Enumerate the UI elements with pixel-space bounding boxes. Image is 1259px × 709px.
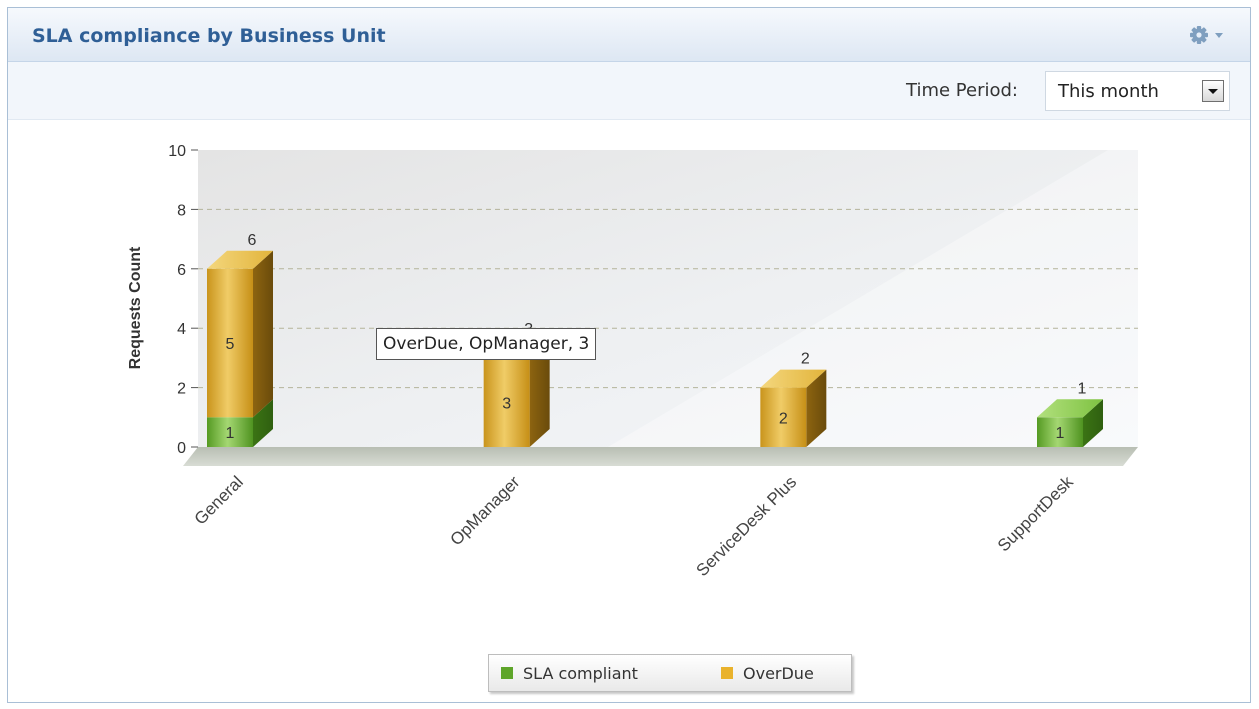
data-label-overdue-opmanager: 3: [502, 395, 511, 412]
data-label-overdue-general: 5: [226, 336, 235, 353]
y-tick-label: 2: [177, 381, 186, 398]
data-label-sla-compliant-supportdesk: 1: [1056, 425, 1065, 442]
total-label-supportdesk: 1: [1078, 380, 1087, 397]
legend-label-sla-compliant: SLA compliant: [523, 664, 638, 683]
x-tick-label: ServiceDesk Plus: [693, 472, 801, 580]
legend-label-overdue: OverDue: [743, 664, 814, 683]
y-axis-title: Requests Count: [127, 246, 144, 369]
y-tick-label: 8: [177, 202, 186, 219]
y-tick-label: 4: [177, 321, 186, 338]
data-label-sla-compliant-general: 1: [226, 425, 235, 442]
legend-swatch-sla-compliant: [501, 667, 513, 679]
sla-widget: SLA compliance by Business Unit Time Per: [7, 7, 1251, 703]
total-label-general: 6: [248, 232, 257, 249]
chart-floor: [183, 447, 1138, 466]
x-tick-label: OpManager: [447, 472, 524, 549]
x-tick-label: SupportDesk: [994, 472, 1077, 555]
y-tick-label: 10: [168, 143, 186, 160]
chart-legend: SLA compliant OverDue: [488, 654, 852, 692]
data-label-overdue-servicedesk-plus: 2: [779, 410, 788, 427]
chart-tooltip: OverDue, OpManager, 3: [376, 328, 597, 360]
chart: 0246810 Requests Count 156332211 General…: [127, 143, 1138, 580]
x-tick-label: General: [191, 472, 247, 528]
y-tick-label: 0: [177, 440, 186, 457]
bar-overdue-general-side: [253, 250, 273, 418]
y-tick-label: 6: [177, 262, 186, 279]
total-label-servicedesk-plus: 2: [801, 351, 810, 368]
legend-swatch-overdue: [721, 667, 733, 679]
